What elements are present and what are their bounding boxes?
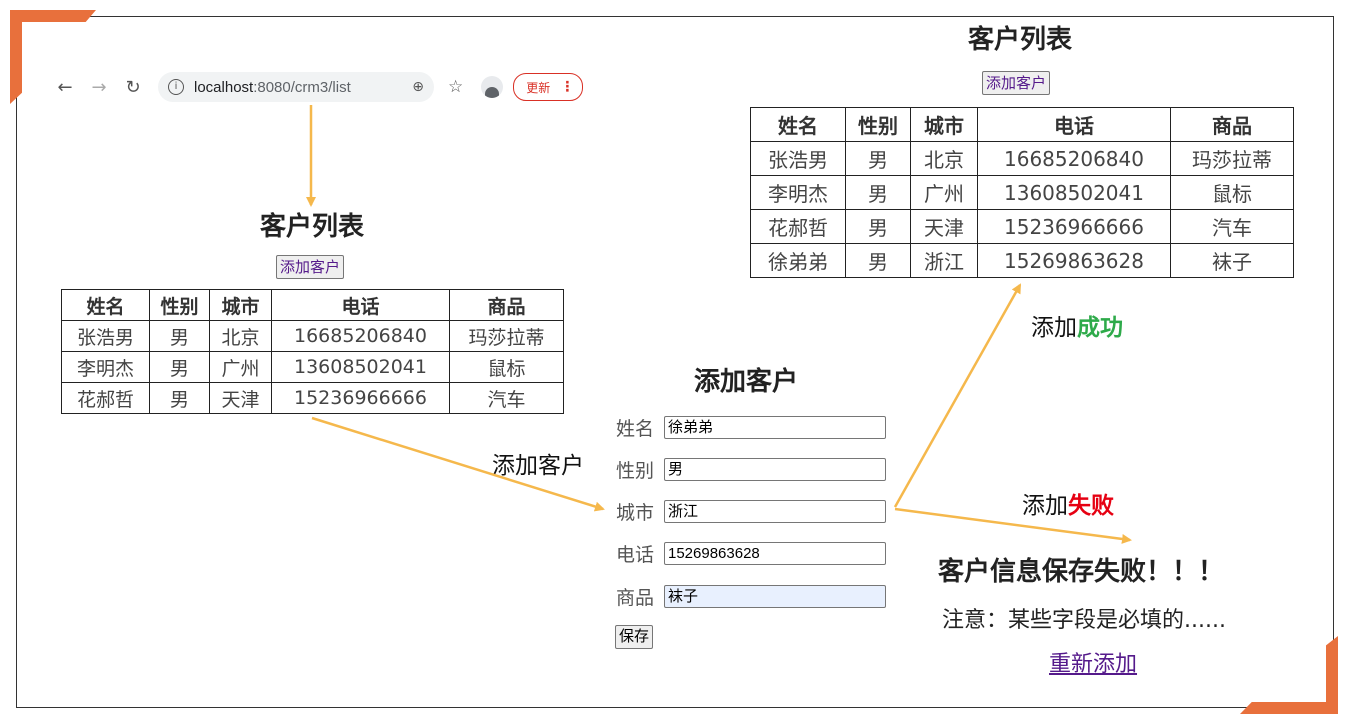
- flow-arrows: [306, 105, 1132, 544]
- arrow-list-to-form: [311, 416, 605, 512]
- arrow-form-to-success: [893, 283, 1022, 508]
- arrow-form-to-failure: [894, 507, 1132, 544]
